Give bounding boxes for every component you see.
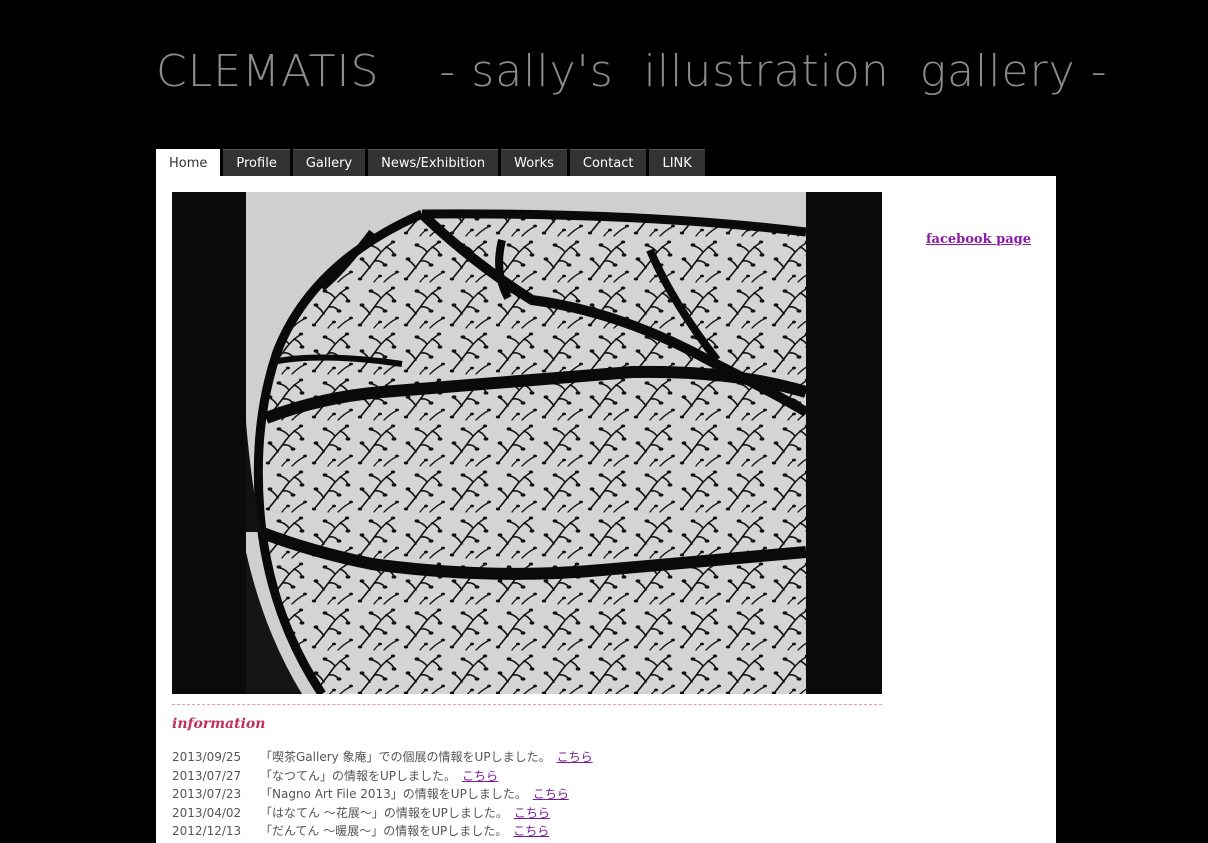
facebook-page-link[interactable]: facebook page bbox=[926, 232, 1031, 247]
news-text: 「はなてん ～花展～」の情報をUPしました。 bbox=[260, 805, 508, 820]
news-detail-link[interactable]: こちら bbox=[462, 769, 498, 783]
news-detail-link[interactable]: こちら bbox=[557, 750, 593, 764]
tab-link[interactable]: LINK bbox=[649, 149, 705, 177]
section-divider bbox=[172, 704, 882, 705]
news-date: 2013/07/27 bbox=[172, 768, 242, 783]
hero-illustration-image bbox=[172, 192, 882, 697]
list-item: 2013/07/23 「Nagno Art File 2013」の情報をUPしまし… bbox=[172, 785, 593, 804]
news-text: 「なつてん」の情報をUPしました。 bbox=[260, 768, 457, 783]
main-nav: Home Profile Gallery News/Exhibition Wor… bbox=[156, 149, 705, 178]
news-detail-link[interactable]: こちら bbox=[513, 824, 549, 838]
news-detail-link[interactable]: こちら bbox=[514, 806, 550, 820]
list-item: 2012/12/13 「だんてん ～暖展～」の情報をUPしました。 こちら bbox=[172, 822, 593, 841]
news-text: 「だんてん ～暖展～」の情報をUPしました。 bbox=[260, 824, 508, 838]
list-item: 2013/04/02 「はなてん ～花展～」の情報をUPしました。 こちら bbox=[172, 804, 593, 823]
news-date: 2013/09/25 bbox=[172, 750, 242, 764]
news-date: 2012/12/13 bbox=[172, 824, 242, 838]
leaf-papercut-illustration bbox=[246, 192, 809, 697]
tab-profile[interactable]: Profile bbox=[223, 149, 290, 177]
list-item: 2013/07/27 「なつてん」の情報をUPしました。 こちら bbox=[172, 767, 593, 786]
tab-home[interactable]: Home bbox=[156, 149, 221, 178]
news-date: 2013/07/23 bbox=[172, 787, 242, 801]
news-date: 2013/04/02 bbox=[172, 805, 242, 820]
site-title: CLEMATIS - sally's illustration gallery … bbox=[156, 46, 1108, 97]
list-item: 2013/09/25 「喫茶Gallery 象庵」での個展の情報をUPしました。こ… bbox=[172, 748, 593, 767]
information-list: 2013/09/25 「喫茶Gallery 象庵」での個展の情報をUPしました。こ… bbox=[172, 748, 593, 841]
news-detail-link[interactable]: こちら bbox=[533, 787, 569, 801]
tab-works[interactable]: Works bbox=[501, 149, 567, 177]
news-text: 「Nagno Art File 2013」の情報をUPしました。 bbox=[260, 787, 527, 801]
tab-contact[interactable]: Contact bbox=[569, 149, 647, 177]
news-text: 「喫茶Gallery 象庵」での個展の情報をUPしました。 bbox=[260, 750, 551, 764]
content-panel: facebook page information 2013/09/25 「喫茶G… bbox=[156, 176, 1056, 843]
tab-gallery[interactable]: Gallery bbox=[292, 149, 366, 177]
tab-news-exhibition[interactable]: News/Exhibition bbox=[368, 149, 499, 177]
information-heading: information bbox=[172, 716, 266, 732]
